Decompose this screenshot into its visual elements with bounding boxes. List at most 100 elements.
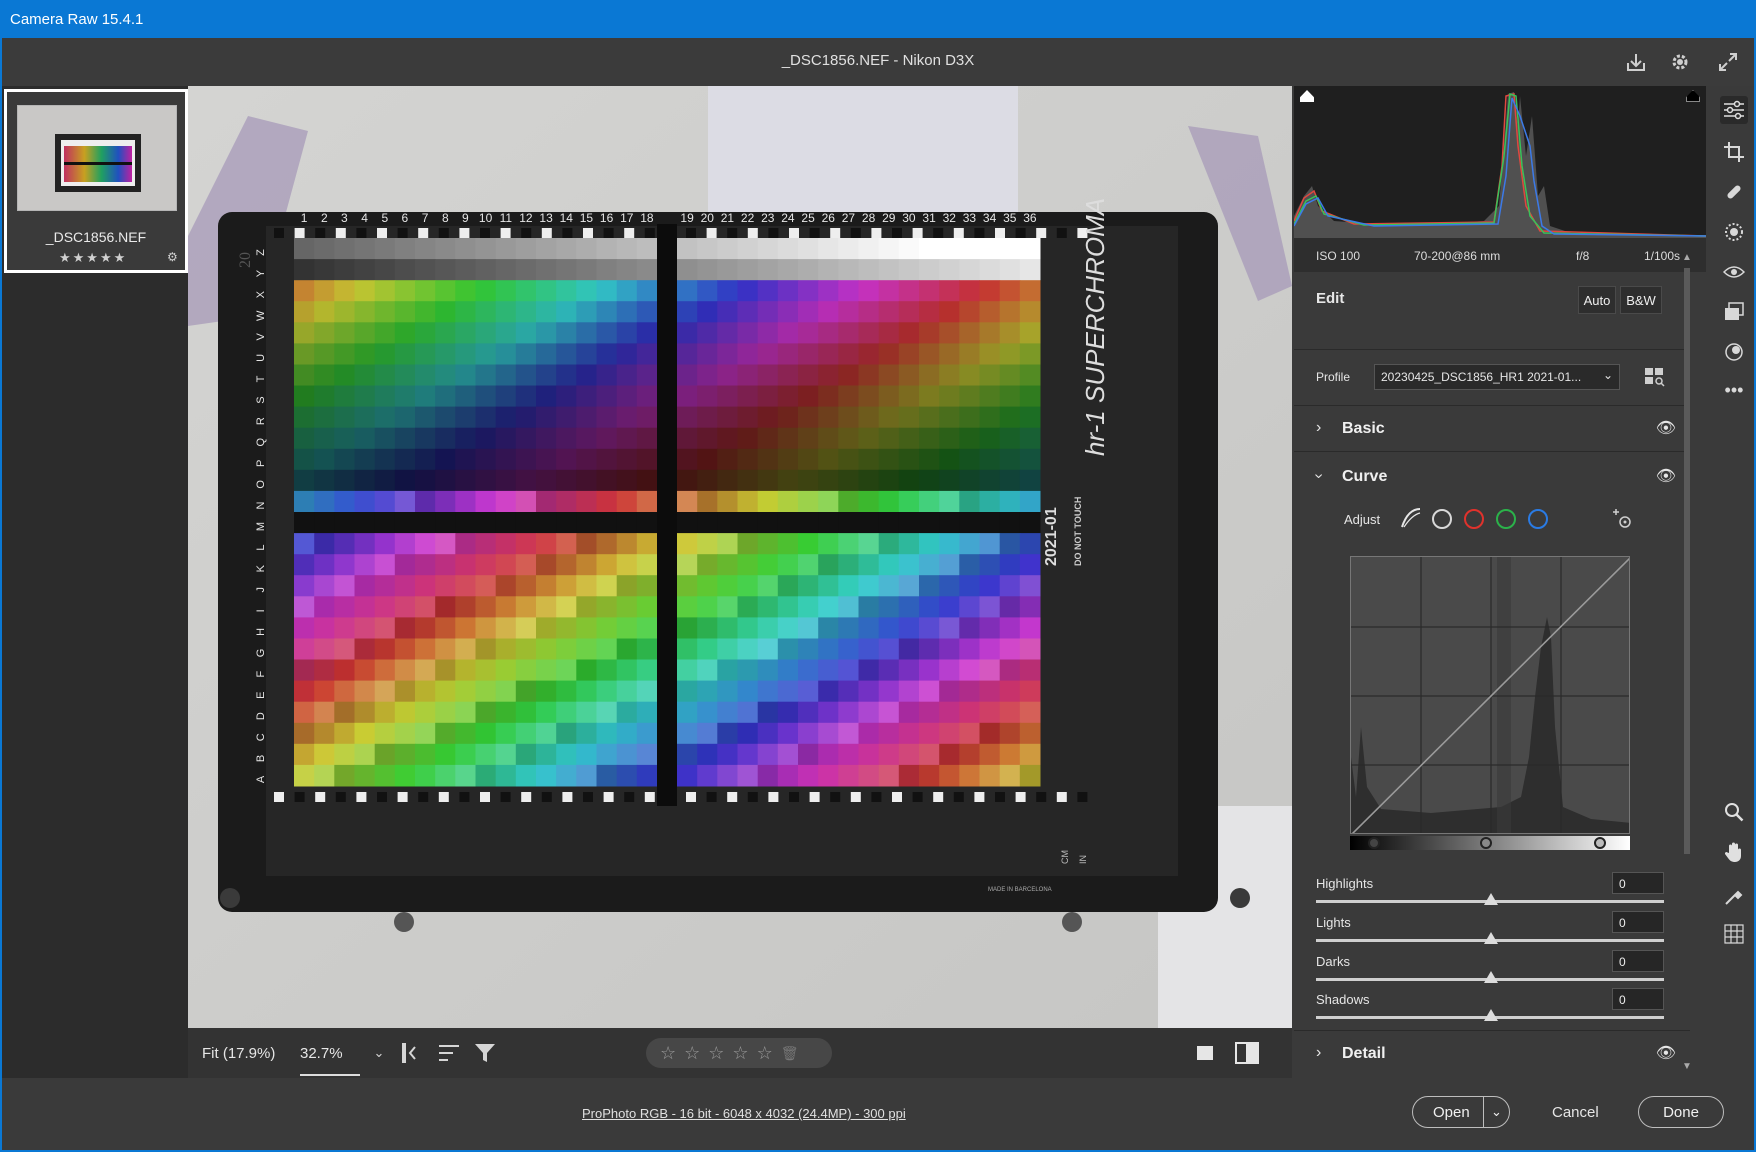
gear-icon[interactable] — [1666, 48, 1694, 76]
slider-darks-thumb[interactable] — [1484, 971, 1498, 983]
slider-lights-value[interactable]: 0 — [1612, 911, 1664, 933]
slider-highlights-thumb[interactable] — [1484, 893, 1498, 905]
chart-color-patch — [435, 238, 456, 260]
chart-check-square — [377, 228, 387, 238]
tone-curve-graph[interactable] — [1350, 556, 1630, 834]
slider-shadows-value[interactable]: 0 — [1612, 988, 1664, 1010]
star-3-icon[interactable]: ☆ — [708, 1043, 724, 1064]
chart-color-patch — [878, 659, 900, 682]
star-4-icon[interactable]: ☆ — [732, 1043, 748, 1064]
hand-tool-icon[interactable] — [1720, 838, 1748, 866]
point-curve-green-icon[interactable] — [1496, 509, 1516, 529]
save-image-icon[interactable] — [1622, 48, 1650, 76]
profile-select[interactable]: 20230425_DSC1856_HR1 2021-01... ⌄ — [1374, 364, 1620, 390]
crop-icon[interactable] — [1720, 138, 1748, 166]
fullscreen-icon[interactable] — [1714, 48, 1742, 76]
chart-check-square — [315, 792, 326, 802]
filter-icon[interactable] — [470, 1038, 500, 1068]
snapshots-icon[interactable] — [1720, 298, 1748, 326]
zoom-level[interactable]: 32.7% — [300, 1045, 360, 1076]
filmstrip-toggle-icon[interactable] — [396, 1038, 426, 1068]
point-curve-blue-icon[interactable] — [1528, 509, 1548, 529]
done-button[interactable]: Done — [1638, 1096, 1724, 1128]
fit-zoom-button[interactable]: Fit (17.9%) — [202, 1045, 275, 1062]
parametric-curve-icon[interactable] — [1400, 507, 1422, 529]
chart-color-patch — [556, 638, 577, 661]
point-curve-white-icon[interactable] — [1432, 509, 1452, 529]
chart-color-patch — [294, 722, 315, 745]
scroll-down-icon[interactable]: ▼ — [1682, 1061, 1692, 1072]
presets-icon[interactable] — [1720, 338, 1748, 366]
more-options-icon[interactable]: ••• — [1720, 376, 1748, 404]
trash-icon[interactable]: 🗑 — [781, 1045, 799, 1062]
color-sampler-icon[interactable] — [1720, 882, 1748, 910]
open-button[interactable]: Open ⌄ — [1412, 1096, 1510, 1128]
zoom-tool-icon[interactable] — [1720, 798, 1748, 826]
chart-color-patch — [354, 638, 376, 661]
section-curve[interactable]: › Curve 👁 — [1294, 454, 1690, 500]
visibility-eye-icon[interactable]: 👁 — [1656, 418, 1676, 438]
star-2-icon[interactable]: ☆ — [684, 1043, 700, 1064]
chart-color-patch — [596, 554, 618, 576]
chart-color-patch — [616, 259, 638, 281]
scroll-thumb[interactable] — [1684, 268, 1690, 854]
workflow-options-link[interactable]: ProPhoto RGB - 16 bit - 6048 x 4032 (24.… — [582, 1106, 906, 1121]
chart-color-patch — [636, 680, 658, 703]
visibility-eye-icon[interactable]: 👁 — [1656, 1043, 1676, 1063]
zoom-dropdown-chevron-icon[interactable]: ⌄ — [364, 1038, 394, 1068]
cancel-button[interactable]: Cancel — [1552, 1104, 1599, 1121]
thumbnail-rating-stars[interactable]: ★★★★★ — [59, 250, 127, 266]
bw-button[interactable]: B&W — [1620, 286, 1662, 314]
healing-icon[interactable] — [1720, 178, 1748, 206]
chart-color-patch — [959, 701, 980, 724]
red-eye-icon[interactable] — [1720, 258, 1748, 286]
slider-darks-value[interactable]: 0 — [1612, 950, 1664, 972]
curve-split-handle-left[interactable] — [1368, 837, 1380, 849]
slider-shadows-thumb[interactable] — [1484, 1009, 1498, 1021]
before-after-icon[interactable] — [1232, 1038, 1262, 1068]
slider-lights-thumb[interactable] — [1484, 932, 1498, 944]
star-5-icon[interactable]: ☆ — [757, 1043, 773, 1064]
section-detail[interactable]: › Detail 👁 — [1294, 1030, 1690, 1076]
panel-scrollbar[interactable]: ▲ ▼ — [1682, 252, 1692, 1072]
masking-icon[interactable] — [1720, 218, 1748, 246]
profile-browser-icon[interactable] — [1644, 366, 1666, 388]
chart-color-patch — [818, 406, 839, 429]
chart-color-patch — [475, 701, 497, 724]
chart-color-patch — [777, 617, 799, 639]
curve-split-handle-right[interactable] — [1594, 837, 1606, 849]
slider-highlights-value[interactable]: 0 — [1612, 872, 1664, 894]
chart-color-patch — [294, 490, 315, 513]
chart-color-patch — [677, 364, 698, 387]
open-dropdown-chevron-icon[interactable]: ⌄ — [1483, 1097, 1509, 1127]
image-preview[interactable]: 1 2 3 4 5 6 7 8 9 10 11 12 13 14 15 16 17 18 19 20 21 22 23 24 2… — [188, 86, 1292, 1028]
star-1-icon[interactable]: ☆ — [660, 1043, 676, 1064]
chart-color-patch — [455, 596, 476, 618]
chart-color-patch — [354, 280, 376, 302]
grid-overlay-icon[interactable] — [1720, 920, 1748, 948]
chart-color-patch — [314, 280, 335, 302]
single-view-icon[interactable] — [1190, 1038, 1220, 1068]
filmstrip-thumbnail[interactable]: _DSC1856.NEF ★★★★★ ⚙ — [4, 89, 188, 273]
chart-color-patch — [939, 280, 960, 302]
auto-button[interactable]: Auto — [1578, 286, 1616, 314]
sort-icon[interactable] — [434, 1038, 464, 1068]
chart-color-patch — [455, 301, 476, 323]
chart-color-patch — [878, 448, 900, 471]
chart-color-patch — [677, 638, 698, 661]
chart-color-patch — [1019, 554, 1041, 576]
chart-color-patch — [737, 469, 759, 492]
chart-color-patch — [838, 554, 859, 576]
chart-color-patch — [556, 617, 577, 639]
point-curve-red-icon[interactable] — [1464, 509, 1484, 529]
chart-color-patch — [576, 554, 597, 576]
targeted-adjustment-icon[interactable] — [1610, 509, 1634, 531]
section-basic[interactable]: › Basic 👁 — [1294, 406, 1690, 452]
scroll-up-icon[interactable]: ▲ — [1682, 252, 1692, 263]
curve-split-handle-mid[interactable] — [1480, 837, 1492, 849]
chart-color-patch — [475, 385, 497, 408]
chart-color-patch — [959, 469, 980, 492]
chart-color-patch — [858, 617, 880, 639]
visibility-eye-icon[interactable]: 👁 — [1656, 466, 1676, 486]
edit-sliders-icon[interactable] — [1720, 96, 1748, 124]
